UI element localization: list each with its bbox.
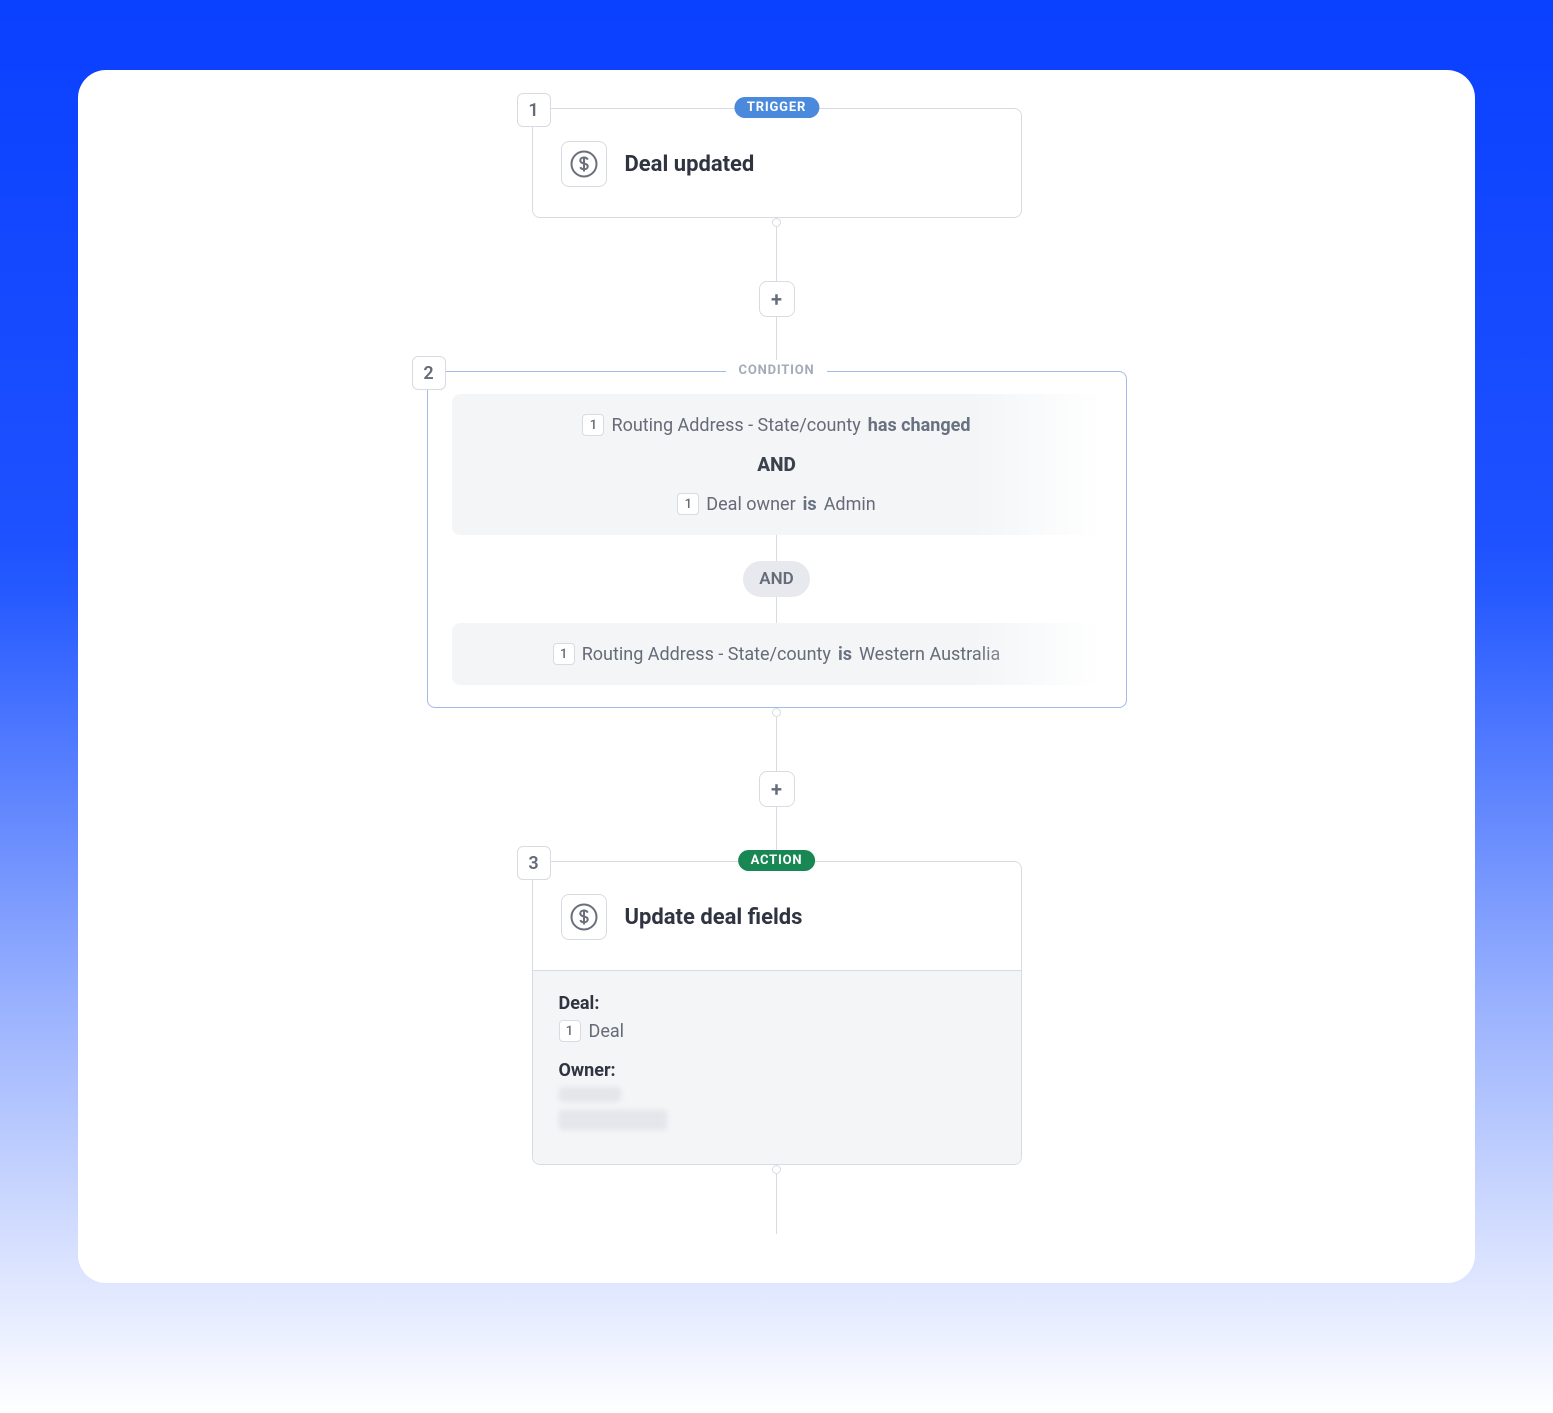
connector-dot [772,1165,781,1174]
ref-badge: 1 [553,643,575,665]
condition-line: 1 Routing Address - State/county has cha… [582,414,970,436]
condition-operator: is [803,494,817,515]
workflow-flow: 1 TRIGGER Deal updated + 2 CONDITION 1 R… [78,108,1475,1234]
dollar-icon [561,141,607,187]
condition-value: Admin [824,494,876,515]
redacted-value [559,1110,667,1130]
condition-field: Routing Address - State/county [611,415,860,436]
action-field-label: Owner: [559,1060,995,1081]
condition-body: 1 Routing Address - State/county has cha… [428,372,1126,707]
action-field-label: Deal: [559,993,995,1014]
condition-operator: is [838,644,852,665]
condition-group-1[interactable]: 1 Routing Address - State/county has cha… [452,394,1102,535]
step-number: 3 [517,846,551,880]
ref-badge: 1 [582,414,604,436]
connector-dot [772,218,781,227]
connector [776,717,777,771]
trigger-header: Deal updated [533,109,1021,217]
condition-field: Routing Address - State/county [582,644,831,665]
action-title: Update deal fields [625,905,803,930]
action-body: Deal: 1 Deal Owner: [533,970,1021,1164]
add-step-button[interactable]: + [759,771,795,807]
diagram-canvas: 1 TRIGGER Deal updated + 2 CONDITION 1 R… [78,70,1475,1283]
condition-inner-join: AND [757,453,796,476]
add-step-button[interactable]: + [759,281,795,317]
ref-badge: 1 [677,493,699,515]
condition-field: Deal owner [706,494,795,515]
connector [776,1174,777,1234]
condition-operator: has changed [868,415,971,436]
condition-line: 1 Deal owner is Admin [677,493,875,515]
condition-outer-join: AND [743,561,809,597]
connector [776,227,777,281]
group-join: AND [743,535,809,623]
action-node[interactable]: 3 ACTION Update deal fields Deal: 1 Deal… [532,861,1022,1165]
action-tag: ACTION [738,850,816,871]
dollar-icon [561,894,607,940]
step-number: 1 [517,93,551,127]
step-number: 2 [412,356,446,390]
trigger-title: Deal updated [625,152,755,177]
condition-group-2[interactable]: 1 Routing Address - State/county is West… [452,623,1102,685]
connector-dot [772,708,781,717]
redacted-value [559,1087,621,1102]
condition-value: Western Australia [859,644,1000,665]
trigger-tag: TRIGGER [734,97,819,118]
condition-line: 1 Routing Address - State/county is West… [553,643,1001,665]
condition-tag: CONDITION [726,360,828,381]
action-field-text: Deal [589,1021,625,1042]
action-header: Update deal fields [533,862,1021,970]
condition-node[interactable]: 2 CONDITION 1 Routing Address - State/co… [427,371,1127,708]
action-field-value: 1 Deal [559,1020,995,1042]
ref-badge: 1 [559,1020,581,1042]
trigger-node[interactable]: 1 TRIGGER Deal updated [532,108,1022,218]
